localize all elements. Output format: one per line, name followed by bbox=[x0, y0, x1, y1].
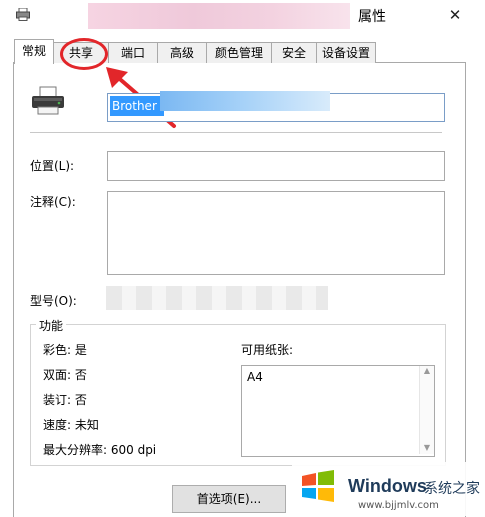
windows-logo-icon bbox=[302, 470, 334, 502]
paper-label: 可用纸张: bbox=[241, 343, 294, 357]
features-title: 功能 bbox=[36, 317, 67, 334]
comment-label: 注释(C): bbox=[30, 195, 76, 209]
model-value-redacted bbox=[106, 286, 328, 310]
tab-ports[interactable]: 端口 bbox=[108, 42, 158, 63]
feature-duplex: 双面: 否 bbox=[43, 368, 87, 382]
feature-staple: 装订: 否 bbox=[43, 393, 87, 407]
printer-name-redacted bbox=[160, 91, 330, 111]
window-title-redacted bbox=[88, 3, 350, 29]
paper-list[interactable] bbox=[241, 365, 435, 457]
scroll-down-icon[interactable]: ▼ bbox=[420, 443, 434, 452]
watermark-brand-suffix: 系统之家 bbox=[424, 481, 480, 497]
tab-color-management[interactable]: 颜色管理 bbox=[206, 42, 272, 63]
feature-speed: 速度: 未知 bbox=[43, 418, 99, 432]
scroll-up-icon[interactable]: ▲ bbox=[420, 366, 434, 375]
tab-general[interactable]: 常规 bbox=[14, 39, 54, 64]
watermark-url: www.bjjmlv.com bbox=[358, 500, 439, 511]
watermark: Windows 系统之家 www.bjjmlv.com bbox=[292, 462, 485, 516]
location-label: 位置(L): bbox=[30, 159, 75, 173]
model-label: 型号(O): bbox=[30, 294, 77, 308]
preferences-button[interactable]: 首选项(E)... bbox=[172, 485, 286, 513]
tab-security[interactable]: 安全 bbox=[271, 42, 317, 63]
feature-color: 彩色: 是 bbox=[43, 343, 87, 357]
tab-device-settings[interactable]: 设备设置 bbox=[316, 42, 376, 63]
paper-item[interactable]: A4 bbox=[247, 370, 263, 384]
printer-large-icon bbox=[32, 86, 64, 115]
paper-list-scrollbar[interactable]: ▲ ▼ bbox=[419, 366, 434, 454]
comment-field[interactable] bbox=[107, 191, 445, 275]
printer-name-text: Brother bbox=[110, 96, 164, 116]
watermark-brand: Windows bbox=[348, 476, 427, 496]
printer-icon bbox=[16, 8, 30, 21]
tab-advanced[interactable]: 高级 bbox=[157, 42, 207, 63]
close-icon[interactable]: ✕ bbox=[444, 4, 466, 26]
window-title: 属性 bbox=[358, 9, 386, 25]
feature-resolution: 最大分辨率: 600 dpi bbox=[43, 443, 157, 457]
divider bbox=[30, 132, 442, 133]
location-field[interactable] bbox=[107, 151, 445, 181]
